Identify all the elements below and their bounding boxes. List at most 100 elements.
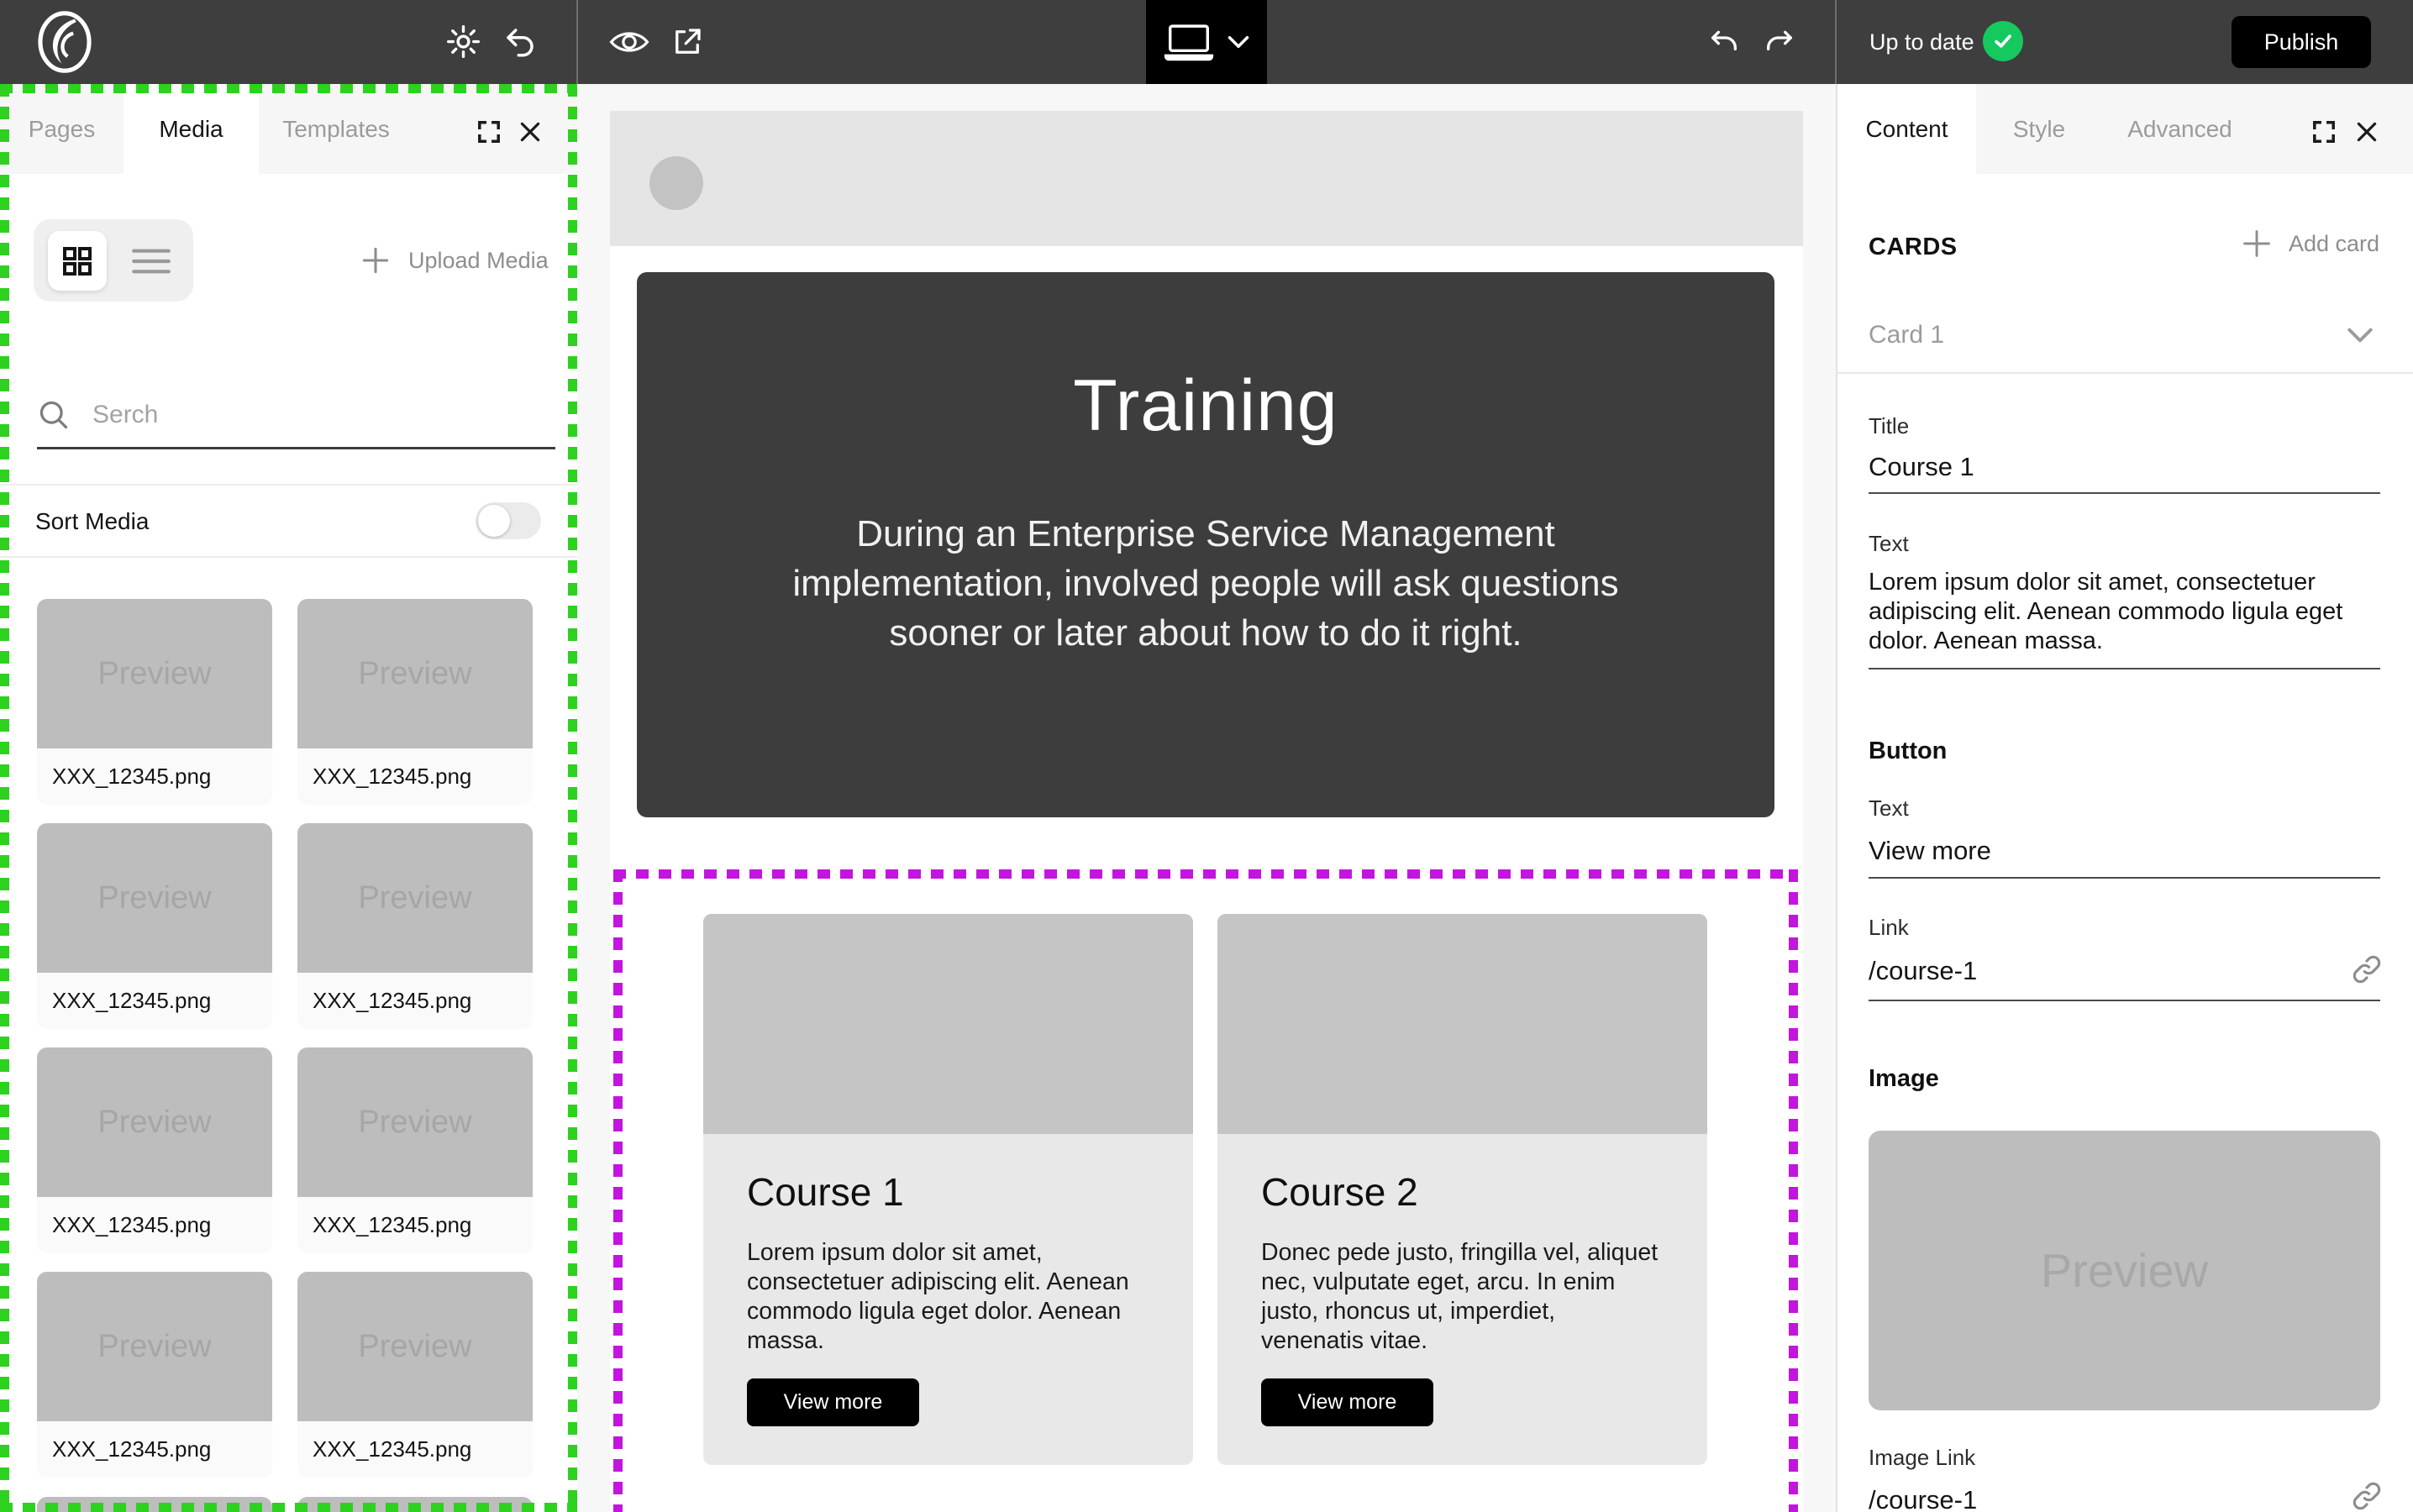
link-icon[interactable]	[2349, 952, 2384, 987]
image-link-value[interactable]: /course-1	[1869, 1485, 1977, 1512]
title-field-value[interactable]: Course 1	[1869, 452, 1974, 482]
grid-view-icon	[60, 244, 94, 278]
card-group-row[interactable]: Card 1	[1869, 321, 1944, 349]
image-link-label: Image Link	[1869, 1445, 1975, 1471]
add-card-button[interactable]: Add card	[2242, 228, 2379, 259]
tab-media[interactable]: Media	[124, 84, 259, 174]
image-preview-placeholder[interactable]: Preview	[1869, 1131, 2380, 1410]
view-more-button[interactable]: View more	[1261, 1378, 1433, 1426]
link-field-value[interactable]: /course-1	[1869, 956, 1977, 986]
sort-media-toggle[interactable]	[476, 502, 541, 539]
input-underline	[1869, 492, 2380, 494]
selection-frame-magenta	[613, 869, 1798, 879]
tab-advanced[interactable]: Advanced	[2102, 84, 2258, 174]
tab-style[interactable]: Style	[1976, 84, 2102, 174]
course-text: Donec pede justo, fringilla vel, aliquet…	[1261, 1238, 1664, 1356]
website-builder-app: Up to date Publish Pages Media Templates	[0, 0, 2413, 1512]
media-item[interactable]: Preview XXX_12345.png	[37, 823, 272, 1029]
input-underline	[1869, 1000, 2380, 1001]
media-item[interactable]: Preview XXX_12345.png	[297, 599, 533, 805]
grid-view-button[interactable]	[48, 231, 107, 291]
publish-button[interactable]: Publish	[2232, 16, 2371, 68]
media-filename: XXX_12345.png	[37, 748, 272, 805]
media-filename: XXX_12345.png	[297, 1421, 533, 1478]
media-thumbnail: Preview	[297, 599, 533, 748]
media-filename: XXX_12345.png	[297, 748, 533, 805]
media-search-input[interactable]: Serch	[37, 382, 555, 449]
hero-section[interactable]: Training During an Enterprise Service Ma…	[637, 272, 1774, 817]
expand-panel-icon[interactable]	[476, 118, 502, 145]
settings-gear-icon[interactable]	[444, 23, 482, 60]
image-section-heading: Image	[1869, 1065, 1939, 1093]
tab-content[interactable]: Content	[1837, 84, 1976, 174]
media-item[interactable]: Preview XXX_12345.png	[297, 823, 533, 1029]
top-toolbar: Up to date Publish	[0, 0, 2413, 84]
close-panel-icon[interactable]	[2353, 118, 2380, 145]
open-external-icon[interactable]	[670, 24, 705, 60]
list-view-icon	[130, 247, 172, 276]
text-field-label: Text	[1869, 531, 1909, 557]
media-filename: XXX_12345.png	[297, 1197, 533, 1253]
sort-media-label: Sort Media	[35, 507, 149, 537]
tab-templates[interactable]: Templates	[259, 84, 413, 174]
undo-icon[interactable]	[502, 24, 538, 60]
tab-pages[interactable]: Pages	[0, 84, 124, 174]
divider	[0, 484, 577, 486]
search-icon	[37, 398, 71, 432]
button-text-value[interactable]: View more	[1869, 836, 1991, 866]
media-thumbnail: Preview	[37, 1047, 272, 1197]
toolbar-divider	[1835, 0, 1837, 84]
chevron-down-icon	[1227, 34, 1250, 50]
hero-title: Training	[637, 365, 1774, 448]
media-filename: XXX_12345.png	[297, 973, 533, 1029]
media-thumbnail: Preview	[297, 1272, 533, 1421]
plus-icon	[361, 246, 390, 275]
media-thumbnail: Preview	[37, 823, 272, 973]
media-thumbnail: Preview	[297, 823, 533, 973]
media-filename: XXX_12345.png	[37, 973, 272, 1029]
course-title: Course 1	[747, 1169, 1149, 1215]
course-text: Lorem ipsum dolor sit amet, consectetuer…	[747, 1238, 1149, 1356]
view-more-button[interactable]: View more	[747, 1378, 919, 1426]
divider	[0, 556, 577, 558]
selection-frame-green	[0, 84, 9, 1512]
media-item[interactable]: Preview XXX_12345.png	[37, 599, 272, 805]
right-panel-tabbar: Content Style Advanced	[1837, 84, 2413, 174]
selection-frame-green	[568, 84, 577, 1512]
preview-eye-icon[interactable]	[608, 27, 650, 57]
left-sidebar: Pages Media Templates	[0, 84, 577, 1512]
course-title: Course 2	[1261, 1169, 1664, 1215]
media-item[interactable]: Preview XXX_12345.png	[37, 1047, 272, 1253]
site-logo-placeholder[interactable]	[649, 156, 703, 210]
toolbar-divider	[576, 0, 578, 84]
media-item[interactable]: Preview XXX_12345.png	[297, 1272, 533, 1478]
close-panel-icon[interactable]	[517, 118, 544, 145]
device-selector[interactable]	[1146, 0, 1267, 84]
link-icon[interactable]	[2349, 1478, 2384, 1512]
site-header[interactable]: Services About Us Contact	[610, 111, 1803, 246]
redo-icon[interactable]	[1763, 25, 1796, 59]
media-item[interactable]: Preview XXX_12345.png	[37, 1272, 272, 1478]
text-field-value[interactable]: Lorem ipsum dolor sit amet, consectetuer…	[1869, 568, 2383, 656]
app-logo[interactable]	[30, 8, 99, 76]
selection-frame-magenta	[1789, 869, 1798, 1512]
course-card-2[interactable]: Course 2 Donec pede justo, fringilla vel…	[1217, 914, 1707, 1465]
add-card-label: Add card	[2289, 231, 2379, 257]
divider	[1837, 372, 2413, 374]
toggle-knob	[478, 505, 510, 537]
undo-icon[interactable]	[1707, 25, 1741, 59]
media-item[interactable]: Preview XXX_12345.png	[297, 1047, 533, 1253]
media-thumbnail: Preview	[37, 599, 272, 748]
selection-frame-green	[0, 1503, 577, 1512]
sync-status-text: Up to date	[1869, 0, 1974, 84]
selection-frame-magenta	[613, 869, 623, 1512]
search-placeholder: Serch	[92, 401, 158, 429]
media-thumbnail: Preview	[297, 1047, 533, 1197]
upload-media-button[interactable]: Upload Media	[361, 219, 549, 302]
expand-panel-icon[interactable]	[2310, 118, 2337, 145]
list-view-button[interactable]	[118, 231, 185, 291]
plus-icon	[2242, 228, 2272, 259]
chevron-down-icon[interactable]	[2346, 326, 2374, 344]
course-card-1[interactable]: Course 1 Lorem ipsum dolor sit amet, con…	[703, 914, 1193, 1465]
input-underline	[1869, 877, 2380, 879]
